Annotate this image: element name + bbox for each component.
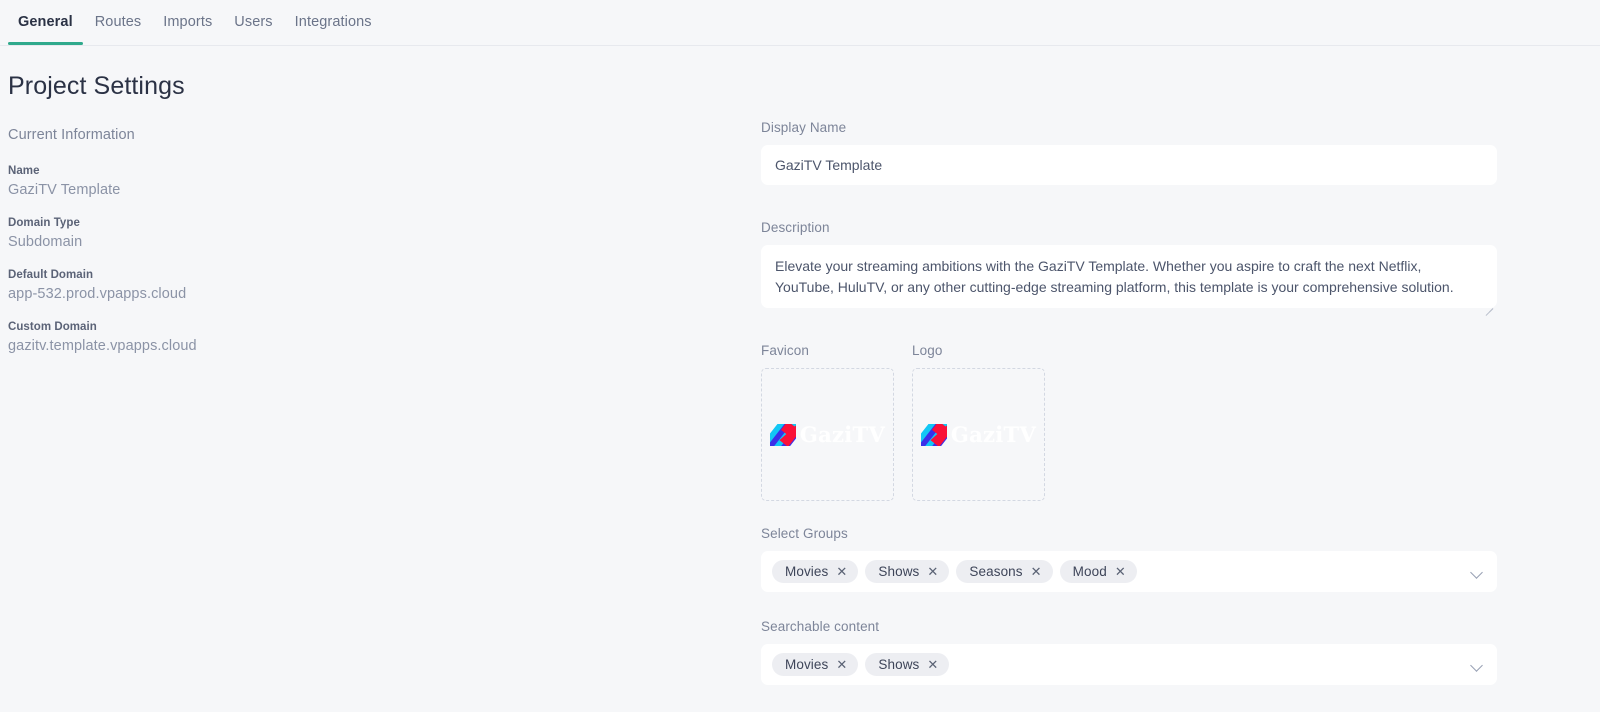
field-description: Description Elevate your streaming ambit…	[761, 220, 1497, 316]
primary-tab-bar: General Routes Imports Users Integration…	[0, 0, 1600, 46]
gazitv-mark-icon	[769, 423, 796, 446]
logo-logo-text: GaziTV	[950, 422, 1037, 447]
tab-general-label: General	[18, 14, 73, 30]
tag-item[interactable]: Movies ✕	[772, 560, 859, 583]
info-value-default-domain: app-532.prod.vpapps.cloud	[8, 286, 187, 302]
tag-remove-icon[interactable]: ✕	[836, 658, 847, 671]
info-label-custom-domain: Custom Domain	[8, 321, 97, 333]
settings-form: Display Name Description Elevate your st…	[755, 46, 1600, 712]
description-wrapper: Elevate your streaming ambitions with th…	[761, 245, 1497, 316]
page-title: Project Settings	[8, 72, 185, 100]
current-information-panel: Project Settings Current Information Nam…	[0, 46, 755, 712]
tag-remove-icon[interactable]: ✕	[1115, 565, 1126, 578]
tab-users-label: Users	[234, 14, 273, 30]
logo-preview: GaziTV	[920, 422, 1037, 447]
current-information-heading: Current Information	[8, 127, 135, 143]
logo-label: Logo	[912, 343, 943, 358]
favicon-preview: GaziTV	[769, 422, 886, 447]
favicon-logo-text: GaziTV	[799, 422, 886, 447]
display-name-label: Display Name	[761, 120, 847, 135]
info-row-custom-domain: Custom Domain gazitv.template.vpapps.clo…	[8, 321, 755, 354]
chevron-down-icon[interactable]	[1471, 566, 1483, 578]
favicon-label: Favicon	[761, 343, 809, 358]
tag-item[interactable]: Mood ✕	[1059, 560, 1137, 583]
tag-remove-icon[interactable]: ✕	[927, 658, 938, 671]
info-row-name: Name GaziTV Template	[8, 165, 755, 198]
tag-item[interactable]: Shows ✕	[865, 560, 950, 583]
tab-users[interactable]: Users	[223, 0, 283, 44]
info-value-domain-type: Subdomain	[8, 234, 83, 250]
tag-remove-icon[interactable]: ✕	[836, 565, 847, 578]
info-value-custom-domain: gazitv.template.vpapps.cloud	[8, 338, 197, 354]
tag-label: Shows	[878, 657, 920, 672]
info-label-domain-type: Domain Type	[8, 217, 80, 229]
field-select-groups: Select Groups Movies ✕ Shows ✕ Seasons ✕…	[761, 526, 1497, 592]
image-upload-group: Favicon GaziTV Logo GaziTV	[761, 343, 1497, 501]
info-row-domain-type: Domain Type Subdomain	[8, 217, 755, 250]
tab-integrations[interactable]: Integrations	[284, 0, 383, 44]
searchable-content-multiselect[interactable]: Movies ✕ Shows ✕	[761, 644, 1497, 685]
tag-item[interactable]: Seasons ✕	[956, 560, 1053, 583]
tag-label: Shows	[878, 564, 920, 579]
select-groups-multiselect[interactable]: Movies ✕ Shows ✕ Seasons ✕ Mood ✕	[761, 551, 1497, 592]
info-label-name: Name	[8, 165, 40, 177]
logo-upload-column: Logo GaziTV	[912, 343, 1045, 501]
tag-label: Movies	[785, 657, 829, 672]
logo-dropzone[interactable]: GaziTV	[912, 368, 1045, 501]
tag-item[interactable]: Movies ✕	[772, 653, 859, 676]
info-value-name: GaziTV Template	[8, 182, 121, 198]
tab-routes-label: Routes	[94, 14, 142, 30]
tag-remove-icon[interactable]: ✕	[927, 565, 938, 578]
favicon-dropzone[interactable]: GaziTV	[761, 368, 894, 501]
favicon-upload-column: Favicon GaziTV	[761, 343, 894, 501]
info-label-default-domain: Default Domain	[8, 269, 94, 281]
tab-imports[interactable]: Imports	[152, 0, 223, 44]
tab-routes[interactable]: Routes	[84, 0, 153, 44]
page-body: Project Settings Current Information Nam…	[0, 46, 1600, 712]
select-groups-label: Select Groups	[761, 526, 848, 541]
field-searchable-content: Searchable content Movies ✕ Shows ✕	[761, 619, 1497, 685]
info-row-default-domain: Default Domain app-532.prod.vpapps.cloud	[8, 269, 755, 302]
tag-label: Mood	[1072, 564, 1107, 579]
tab-imports-label: Imports	[163, 14, 213, 30]
tab-integrations-label: Integrations	[294, 14, 372, 30]
searchable-content-label: Searchable content	[761, 619, 880, 634]
tab-general[interactable]: General	[7, 0, 84, 45]
tag-label: Seasons	[969, 564, 1023, 579]
gazitv-mark-icon	[920, 423, 947, 446]
description-label: Description	[761, 220, 830, 235]
chevron-down-icon[interactable]	[1471, 659, 1483, 671]
tag-remove-icon[interactable]: ✕	[1031, 565, 1042, 578]
tag-item[interactable]: Shows ✕	[865, 653, 950, 676]
field-display-name: Display Name	[761, 120, 1497, 185]
display-name-input[interactable]	[761, 145, 1497, 185]
description-textarea[interactable]: Elevate your streaming ambitions with th…	[761, 245, 1497, 308]
tag-label: Movies	[785, 564, 829, 579]
